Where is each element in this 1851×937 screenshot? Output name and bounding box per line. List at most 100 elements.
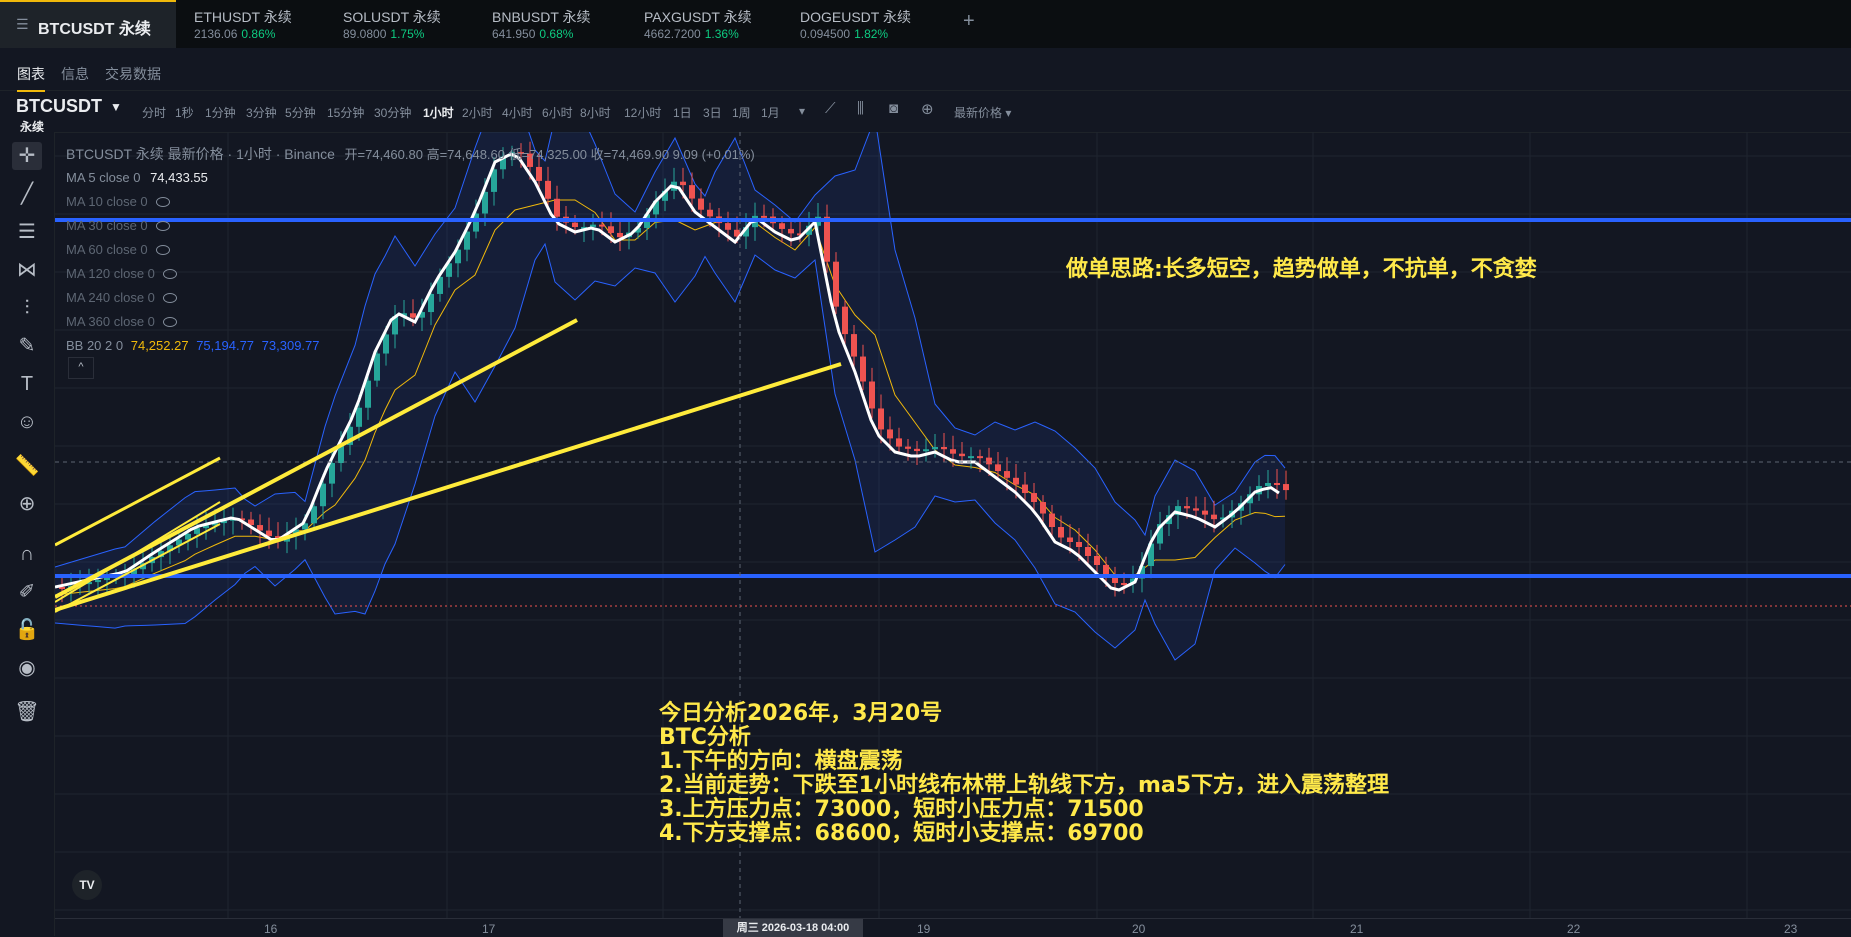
legend-ma360[interactable]: MA 360 close 0 (66, 310, 755, 334)
analysis-line: 4.下方支撑点：68600，短时小支撑点：69700 (659, 821, 1144, 846)
chart-legend: BTCUSDT 永续 最新价格 · 1小时 · Binance 开=74,460… (66, 142, 755, 358)
tab-btcusdt[interactable]: ☰ BTCUSDT 永续 (0, 0, 176, 48)
x-tick-label: 19 (917, 922, 931, 936)
camera-icon[interactable]: ◙ (889, 100, 898, 117)
zoom-icon[interactable]: ⊕ (12, 490, 42, 518)
timeframe-9[interactable]: 4小时 (502, 104, 533, 121)
candle-body (995, 464, 1001, 472)
chart-type-icon[interactable]: ⫼ (857, 100, 864, 117)
timeframe-13[interactable]: 1日 (673, 104, 692, 121)
emoji-icon[interactable]: ☺ (12, 408, 42, 436)
candle-body (914, 448, 920, 452)
timeframe-16[interactable]: 1月 (761, 104, 780, 121)
timeframe-12[interactable]: 12小时 (624, 104, 661, 121)
ohlc-values: 开=74,460.80 高=74,648.60 低=74,325.00 收=74… (344, 147, 755, 162)
candle-body (842, 306, 848, 335)
candle-body (878, 408, 884, 430)
chevron-down-icon[interactable]: ▼ (110, 100, 122, 114)
hidden-eye-icon[interactable] (162, 293, 177, 303)
tab-trading-data[interactable]: 交易数据 (105, 64, 161, 84)
candle-body (1085, 547, 1091, 557)
candle-body (1184, 506, 1190, 509)
timeframe-0[interactable]: 分时 (142, 104, 166, 121)
legend-ma120[interactable]: MA 120 close 0 (66, 262, 755, 286)
tab-dogeusdt[interactable]: DOGEUSDT 永续 0.094500 1.82% (800, 7, 911, 41)
candle-body (986, 457, 992, 465)
candle-body (1058, 527, 1064, 538)
timeframe-1[interactable]: 1秒 (175, 104, 194, 121)
candle-body (1265, 483, 1271, 486)
timeframe-6[interactable]: 30分钟 (374, 104, 411, 121)
legend-collapse-button[interactable]: ^ (68, 357, 94, 379)
tab-info[interactable]: 信息 (61, 64, 89, 84)
candle-body (365, 380, 371, 408)
hidden-eye-icon[interactable] (162, 269, 177, 279)
indicators-icon[interactable]: ⟋ (825, 100, 836, 117)
fib-icon[interactable]: ⫶ (12, 294, 42, 322)
candle-body (329, 463, 335, 484)
timeframe-5[interactable]: 15分钟 (327, 104, 364, 121)
timeframe-more-button[interactable]: ▾ (799, 104, 805, 118)
crosshair-icon[interactable]: ✛ (12, 142, 42, 170)
candle-body (887, 429, 893, 439)
legend-ma60[interactable]: MA 60 close 0 (66, 238, 755, 262)
tab-bnbusdt[interactable]: BNBUSDT 永续 641.950 0.68% (492, 7, 591, 41)
timeframe-15[interactable]: 1周 (732, 104, 751, 121)
price-type-dropdown[interactable]: 最新价格 ▾ (954, 104, 1011, 121)
candle-body (1040, 502, 1046, 514)
magnet-icon[interactable]: ∩ (12, 540, 42, 568)
hidden-eye-icon[interactable] (155, 197, 170, 207)
analysis-line: 3.上方压力点：73000，短时小压力点：71500 (659, 797, 1144, 822)
candle-body (1193, 508, 1199, 511)
trash-icon[interactable]: 🗑 (12, 698, 42, 726)
list-icon[interactable]: ☰ (16, 16, 29, 33)
horizontal-lines-icon[interactable]: ☰ (12, 218, 42, 246)
analysis-line: 今日分析2026年，3月20号 (659, 701, 943, 726)
candle-body (950, 449, 956, 454)
add-icon[interactable]: ⊕ (921, 100, 934, 118)
timeframe-11[interactable]: 8小时 (580, 104, 611, 121)
candle-body (95, 580, 101, 583)
candle-body (1004, 471, 1010, 478)
timeframe-14[interactable]: 3日 (703, 104, 722, 121)
timeframe-2[interactable]: 1分钟 (205, 104, 236, 121)
hidden-eye-icon[interactable] (162, 317, 177, 327)
timeframe-3[interactable]: 3分钟 (246, 104, 277, 121)
timeframe-7[interactable]: 1小时 (423, 104, 454, 121)
candle-body (941, 446, 947, 450)
legend-ma10[interactable]: MA 10 close 0 (66, 190, 755, 214)
candle-body (851, 334, 857, 357)
tab-ethusdt[interactable]: ETHUSDT 永续 2136.06 0.86% (194, 7, 292, 41)
eye-icon[interactable]: ◉ (12, 654, 42, 682)
lock-icon[interactable]: 🔓 (12, 616, 42, 644)
tab-chart[interactable]: 图表 (17, 64, 45, 92)
hidden-eye-icon[interactable] (155, 245, 170, 255)
timeframe-4[interactable]: 5分钟 (285, 104, 316, 121)
candle-body (1067, 537, 1073, 543)
candle-body (833, 261, 839, 307)
trend-line-icon[interactable]: ╱ (12, 180, 42, 208)
legend-ma5[interactable]: MA 5 close 0 74,433.55 (66, 166, 755, 190)
legend-ma30[interactable]: MA 30 close 0 (66, 214, 755, 238)
timeframe-8[interactable]: 2小时 (462, 104, 493, 121)
legend-bb[interactable]: BB 20 2 0 74,252.27 75,194.77 73,309.77 (66, 334, 755, 358)
view-tab-bar: 图表 信息 交易数据 (0, 48, 1851, 92)
candle-body (1013, 477, 1019, 485)
pattern-icon[interactable]: ⋈ (12, 256, 42, 284)
legend-ma240[interactable]: MA 240 close 0 (66, 286, 755, 310)
hidden-eye-icon[interactable] (155, 221, 170, 231)
add-tab-button[interactable]: + (963, 10, 975, 33)
timeframe-10[interactable]: 6小时 (542, 104, 573, 121)
candle-body (1274, 483, 1280, 486)
brush-icon[interactable]: ✎ (12, 332, 42, 360)
tab-paxgusdt[interactable]: PAXGUSDT 永续 4662.7200 1.36% (644, 7, 752, 41)
candle-body (1103, 565, 1109, 575)
text-icon[interactable]: T (12, 370, 42, 398)
time-axis: 16 17 19 20 21 22 23 周三 2026-03-18 04:00 (55, 918, 1851, 937)
symbol-selector[interactable]: BTCUSDT (16, 96, 102, 117)
ruler-icon[interactable]: 📏 (12, 452, 42, 480)
lock-drawing-icon[interactable]: ✐ (12, 578, 42, 606)
candle-body (1076, 542, 1082, 548)
candle-body (185, 533, 191, 540)
tab-solusdt[interactable]: SOLUSDT 永续 89.0800 1.75% (343, 7, 441, 41)
